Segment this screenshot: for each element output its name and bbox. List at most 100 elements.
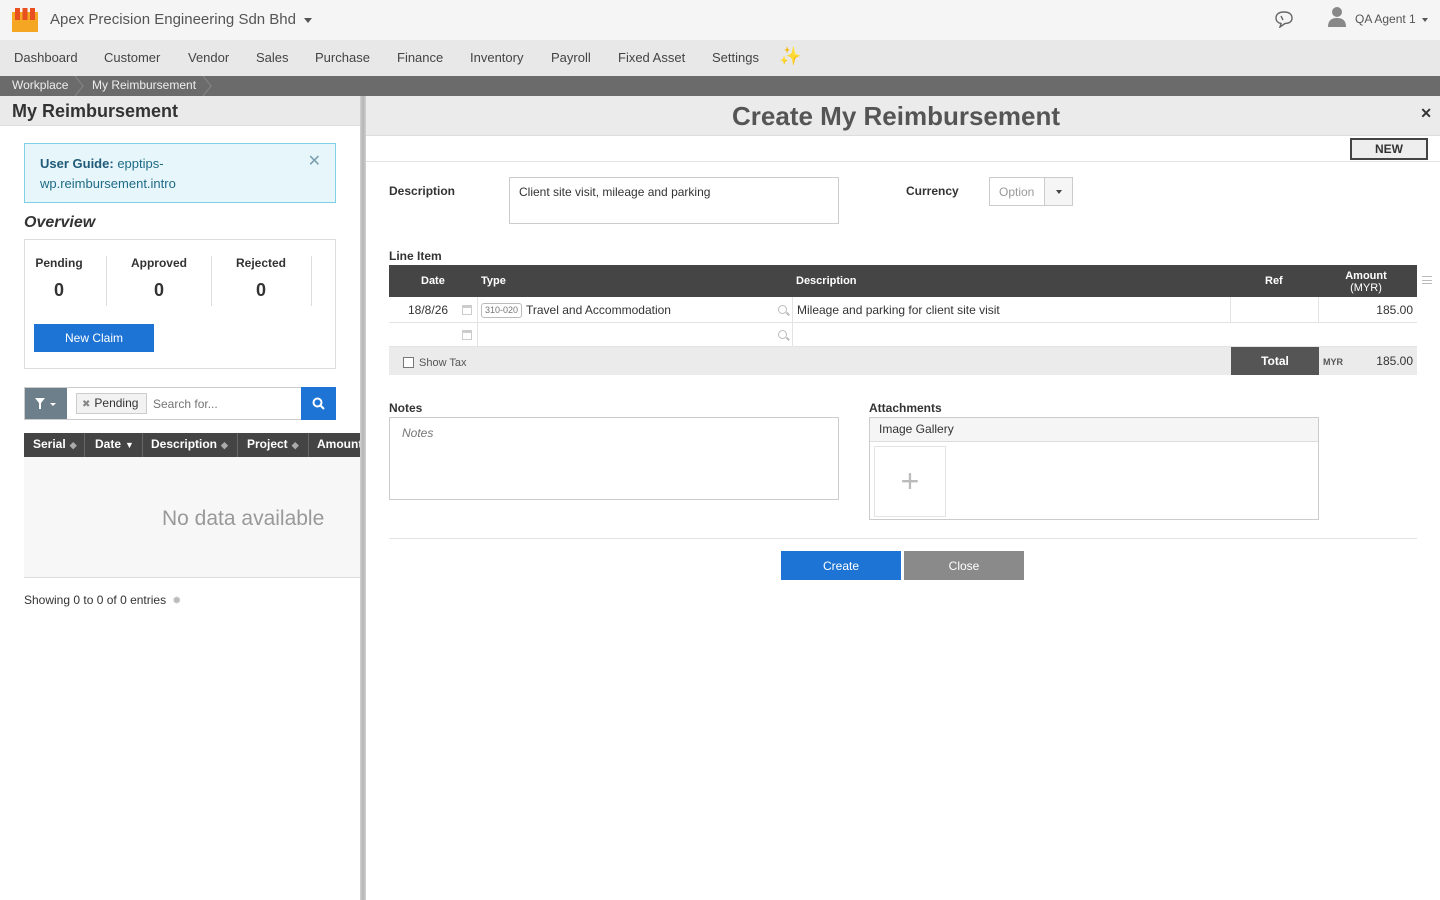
divider — [84, 433, 85, 457]
breadcrumb-my-reimbursement[interactable]: My Reimbursement — [92, 78, 196, 92]
status-bar: NEW — [366, 136, 1440, 162]
user-menu[interactable]: QA Agent 1 — [1355, 12, 1428, 26]
filter-icon — [35, 398, 56, 409]
menu-icon[interactable] — [1422, 276, 1432, 284]
overview-pending-label: Pending — [35, 256, 83, 270]
table-header: Serial ◆ Date ▼ Description ◆ Project ◆ Amou… — [24, 433, 360, 457]
nav-customer[interactable]: Customer — [104, 50, 160, 65]
chat-icon[interactable] — [1274, 10, 1294, 28]
breadcrumb-separator-icon — [74, 76, 84, 96]
currency-select[interactable]: Option — [989, 177, 1073, 206]
company-switcher[interactable]: Apex Precision Engineering Sdn Bhd — [50, 11, 312, 28]
overview-approved[interactable]: Approved 0 — [109, 256, 209, 301]
column-date[interactable]: Date ▼ — [95, 437, 134, 451]
nav-fixed-asset[interactable]: Fixed Asset — [618, 50, 685, 65]
nav-finance[interactable]: Finance — [397, 50, 443, 65]
nav-dashboard[interactable]: Dashboard — [14, 50, 78, 65]
divider — [142, 433, 143, 457]
search-button[interactable] — [301, 387, 336, 420]
sort-icon: ◆ — [291, 440, 299, 450]
divider — [237, 433, 238, 457]
currency-label: Currency — [906, 184, 959, 198]
close-icon[interactable]: ✕ — [308, 152, 321, 172]
calendar-icon[interactable] — [462, 305, 472, 315]
no-data-message: No data available — [162, 507, 325, 530]
close-icon[interactable]: ✕ — [1420, 105, 1432, 122]
line-ref-cell[interactable] — [1231, 297, 1319, 323]
new-claim-button[interactable]: New Claim — [34, 324, 154, 352]
attachments-panel: Image Gallery + — [869, 417, 1319, 520]
nav-settings[interactable]: Settings — [712, 50, 759, 65]
search-input[interactable] — [153, 393, 298, 414]
overview-approved-label: Approved — [130, 256, 187, 270]
nav-sales[interactable]: Sales — [256, 50, 289, 65]
notes-field[interactable] — [389, 417, 839, 500]
overview-rejected-count: 0 — [255, 280, 266, 300]
sparkle-icon[interactable]: ✨ — [779, 46, 801, 67]
nav-payroll[interactable]: Payroll — [551, 50, 591, 65]
left-panel-title: My Reimbursement — [12, 101, 179, 121]
line-date-cell[interactable] — [389, 323, 478, 347]
overview-pending-count: 0 — [53, 280, 64, 300]
plus-icon: + — [900, 463, 920, 499]
line-date-cell[interactable]: 18/8/26 — [389, 297, 478, 323]
nav-inventory[interactable]: Inventory — [470, 50, 523, 65]
column-description[interactable]: Description ◆ — [151, 437, 228, 451]
column-amount[interactable]: Amount — [317, 437, 360, 451]
line-type-cell[interactable] — [478, 323, 793, 347]
sort-desc-icon: ▼ — [125, 440, 134, 450]
show-tax-label[interactable]: Show Tax — [419, 357, 467, 369]
nav-purchase[interactable]: Purchase — [315, 50, 370, 65]
search-icon[interactable] — [778, 330, 787, 339]
gear-icon[interactable]: ✹ — [172, 594, 181, 607]
close-button[interactable]: Close — [904, 551, 1024, 580]
line-col-ref: Ref — [1265, 275, 1283, 287]
company-logo-icon[interactable] — [12, 8, 38, 32]
column-description-label: Description — [151, 437, 218, 451]
line-description-cell[interactable] — [793, 323, 1231, 347]
table-body: No data available — [24, 457, 360, 578]
filter-button[interactable] — [25, 388, 67, 419]
line-amount-cell[interactable]: 185.00 — [1319, 297, 1417, 323]
breadcrumb-workplace[interactable]: Workplace — [12, 78, 68, 92]
calendar-icon[interactable] — [462, 330, 472, 340]
company-name: Apex Precision Engineering Sdn Bhd — [50, 11, 296, 28]
add-attachment-button[interactable]: + — [874, 446, 946, 517]
search-icon[interactable] — [778, 305, 787, 314]
line-date: 18/8/26 — [408, 303, 449, 317]
line-type: Travel and Accommodation — [526, 303, 671, 317]
remove-icon[interactable]: ✖ — [82, 399, 90, 410]
form-header: Create My Reimbursement ✕ — [366, 96, 1440, 136]
nav-vendor[interactable]: Vendor — [188, 50, 229, 65]
column-project[interactable]: Project ◆ — [247, 437, 299, 451]
table-info: Showing 0 to 0 of 0 entries ✹ — [24, 593, 181, 607]
divider — [308, 433, 309, 457]
line-item-footer: Show Tax Total MYR 185.00 — [389, 347, 1417, 375]
overview-rejected[interactable]: Rejected 0 — [211, 256, 311, 301]
description-field[interactable]: Client site visit, mileage and parking — [509, 177, 839, 224]
status-badge: NEW — [1350, 138, 1428, 160]
left-panel-header: My Reimbursement — [0, 96, 360, 126]
currency-dropdown-button[interactable] — [1044, 178, 1072, 205]
user-guide-alert: User Guide: epptips-wp.reimbursement.int… — [24, 143, 336, 203]
line-col-type: Type — [481, 275, 506, 287]
overview-panel: Pending 0 Approved 0 Rejected 0 New Clai… — [24, 239, 336, 369]
column-serial[interactable]: Serial ◆ — [33, 437, 77, 451]
line-description: Mileage and parking for client site visi… — [797, 303, 1000, 317]
divider — [389, 538, 1417, 539]
image-gallery-tab[interactable]: Image Gallery — [870, 418, 1318, 442]
sort-icon: ◆ — [69, 440, 77, 450]
user-avatar-icon[interactable] — [1327, 6, 1347, 28]
overview-pending[interactable]: Pending 0 — [9, 256, 109, 301]
top-bar: Apex Precision Engineering Sdn Bhd QA Ag… — [0, 0, 1440, 40]
total-label: Total — [1231, 347, 1319, 375]
line-description-cell[interactable]: Mileage and parking for client site visi… — [793, 297, 1231, 323]
show-tax-checkbox[interactable] — [403, 357, 414, 368]
line-type-cell[interactable]: 310-020 Travel and Accommodation — [478, 297, 793, 323]
user-guide-label: User Guide: — [40, 156, 114, 171]
chevron-down-icon — [304, 17, 312, 23]
filter-chip-pending[interactable]: ✖ Pending — [76, 393, 148, 414]
create-button[interactable]: Create — [781, 551, 901, 580]
entries-count: Showing 0 to 0 of 0 entries — [24, 593, 167, 607]
column-date-label: Date — [95, 437, 122, 451]
